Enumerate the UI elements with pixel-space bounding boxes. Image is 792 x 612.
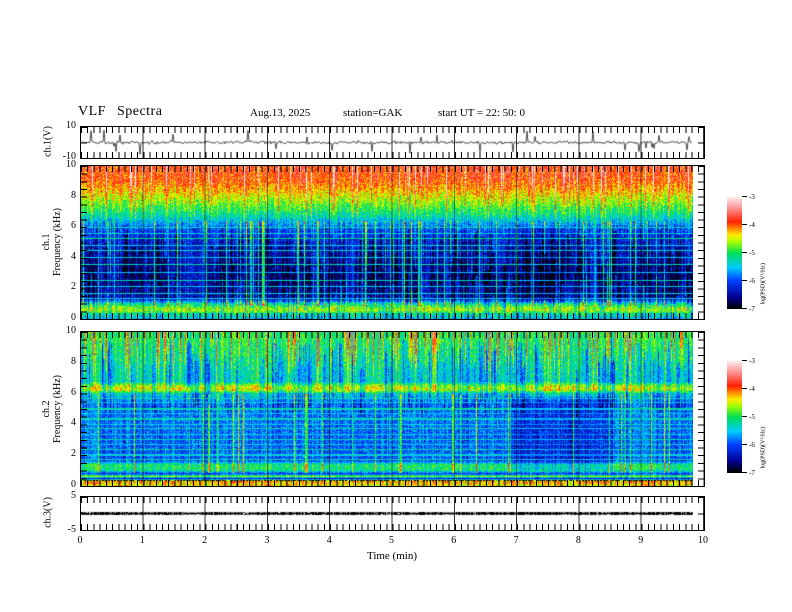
colorbar-tick-label: -6	[749, 277, 755, 285]
x-tick-label: 7	[513, 535, 519, 546]
ch1-colorbar	[727, 197, 742, 309]
y-ticks	[698, 497, 704, 530]
colorbar-tick-label: -5	[749, 249, 755, 257]
x-ticks	[81, 152, 704, 158]
ch1-colorbar-title: log(PSD)(V²/Hz)	[760, 263, 767, 305]
minute-gridlines	[81, 332, 704, 486]
y-tick-label: 4	[71, 250, 76, 262]
y-tick-label: -10	[62, 151, 76, 162]
colorbar-tick-label: -7	[749, 305, 755, 313]
x-tick-label: 5	[389, 535, 394, 546]
x-tick-label: 4	[326, 535, 332, 546]
y-tick-label: 10	[66, 120, 76, 131]
x-ticks	[81, 332, 704, 338]
y-tick-label: 5	[71, 490, 76, 501]
x-tick-label: 8	[575, 535, 581, 546]
header-start-ut: start UT = 22: 50: 0	[438, 107, 525, 119]
ch2-colorbar-title: log(PSD)(V²/Hz)	[760, 427, 767, 469]
ch3-waveform-panel	[80, 496, 705, 531]
x-tick-label: 2	[202, 535, 208, 546]
y-tick-label: 8	[71, 355, 76, 367]
ch2-colorbar	[727, 361, 742, 473]
y-ticks	[81, 497, 87, 530]
y-tick-label: 6	[71, 220, 76, 232]
y-ticks	[698, 166, 704, 319]
x-tick-label: 3	[264, 535, 270, 546]
y-tick-label: 4	[71, 417, 76, 429]
ch2-spectrogram-panel	[80, 331, 705, 487]
y-tick-label: 10	[66, 325, 76, 336]
ch1-colorbar-ticks	[742, 196, 747, 309]
y-tick-label: -5	[67, 524, 76, 535]
colorbar-tick-label: -5	[749, 413, 755, 421]
header-date: Aug.13, 2025	[250, 107, 311, 119]
x-ticks	[81, 127, 704, 133]
y-ticks	[698, 127, 704, 158]
x-ticks	[81, 524, 704, 530]
x-tick-label: 10	[698, 535, 708, 546]
y-tick-label: 8	[71, 189, 76, 201]
minute-gridlines	[81, 166, 704, 319]
colorbar-tick-label: -4	[749, 385, 755, 393]
x-ticks	[81, 166, 704, 172]
colorbar-tick-label: -4	[749, 221, 755, 229]
colorbar-tick-label: -7	[749, 469, 755, 477]
colorbar-tick-label: -3	[749, 357, 755, 365]
ch1-waveform-panel	[80, 126, 705, 159]
x-tick-label: 1	[139, 535, 145, 546]
x-ticks	[81, 313, 704, 319]
y-ticks	[81, 127, 87, 158]
y-tick-label: 6	[71, 386, 76, 398]
y-ticks	[698, 332, 704, 486]
x-tick-label: 0	[77, 535, 83, 546]
header-station: station=GAK	[343, 107, 403, 119]
page-title: VLF Spectra	[78, 104, 163, 119]
x-ticks	[81, 480, 704, 486]
ch2-colorbar-ticks	[742, 360, 747, 473]
ch1-spectrogram-panel	[80, 165, 705, 320]
vlf-spectra-figure: VLF Spectra Aug.13, 2025 station=GAK sta…	[0, 0, 792, 612]
x-tick-label: 6	[451, 535, 457, 546]
x-axis-title: Time (min)	[366, 550, 417, 562]
x-ticks	[81, 497, 704, 503]
colorbar-tick-label: -3	[749, 193, 755, 201]
x-tick-label: 9	[638, 535, 644, 546]
colorbar-tick-label: -6	[749, 441, 755, 449]
y-tick-label: 2	[71, 281, 76, 293]
y-tick-label: 2	[71, 448, 76, 460]
y-ticks	[81, 166, 87, 319]
y-ticks	[81, 332, 87, 486]
y-tick-label: 0	[71, 312, 76, 323]
